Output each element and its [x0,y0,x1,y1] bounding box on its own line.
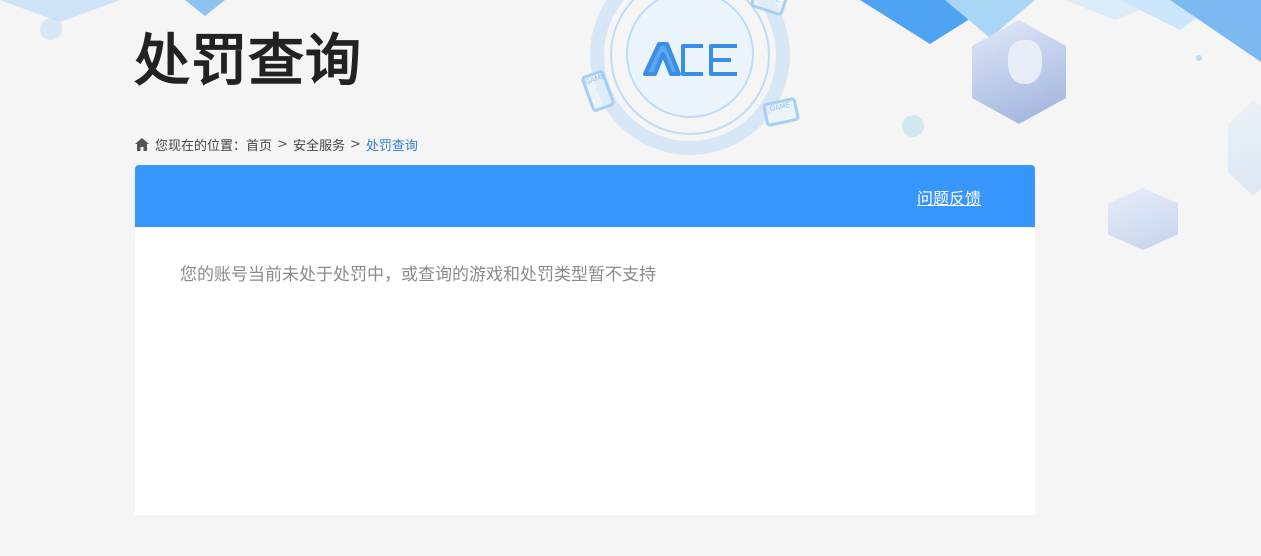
character-portrait-hexagon [1108,188,1178,250]
character-portrait-hexagon [1228,100,1261,196]
decor-dot [902,115,924,137]
card-body: 您的账号当前未处于处罚中，或查询的游戏和处罚类型暂不支持 [135,227,1035,323]
breadcrumb-current: 处罚查询 [365,138,418,154]
breadcrumb-separator: > [277,136,288,152]
page-title: 处罚查询 [134,29,362,94]
decor-triangle [185,0,225,16]
breadcrumb-separator: > [349,136,361,152]
card-header: 问题反馈 [135,165,1035,227]
feedback-link[interactable]: 问题反馈 [917,185,981,209]
breadcrumb-home-link[interactable]: 首页 [246,135,272,154]
ace-logo-icon [643,42,737,76]
breadcrumb-security-link[interactable]: 安全服务 [293,135,345,154]
ace-logo [636,28,746,88]
breadcrumb-prefix: 您现在的位置： [155,138,247,154]
breadcrumb: 您现在的位置： 首页 > 安全服务 > 处罚查询 [135,135,418,154]
decor-triangle [1170,0,1261,62]
decor-triangle [0,0,120,22]
result-card: 问题反馈 您的账号当前未处于处罚中，或查询的游戏和处罚类型暂不支持 [135,165,1035,515]
page: GAME GAME GAME 处罚查询 您现在的位置： 首页 > 安全服务 > … [0,0,1261,556]
result-message: 您的账号当前未处于处罚中，或查询的游戏和处罚类型暂不支持 [180,265,656,285]
home-icon [135,137,149,151]
decor-dot [1196,55,1202,61]
decor-dot [40,18,62,40]
